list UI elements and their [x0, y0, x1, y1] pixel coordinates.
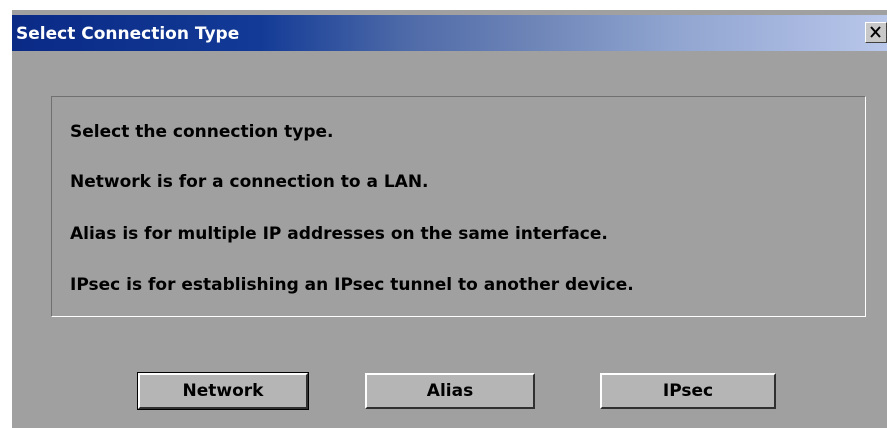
network-button[interactable]: Network: [137, 372, 309, 410]
alias-button[interactable]: Alias: [365, 373, 535, 409]
ipsec-button[interactable]: IPsec: [600, 373, 776, 409]
title-bar[interactable]: Select Connection Type: [12, 15, 887, 51]
info-line-select: Select the connection type.: [70, 122, 334, 142]
window-title: Select Connection Type: [16, 24, 240, 44]
close-icon: [870, 26, 881, 38]
select-connection-type-dialog: Select Connection Type Select the connec…: [10, 10, 887, 428]
info-line-network: Network is for a connection to a LAN.: [70, 172, 429, 192]
info-line-ipsec: IPsec is for establishing an IPsec tunne…: [70, 275, 634, 295]
info-line-alias: Alias is for multiple IP addresses on th…: [70, 224, 608, 244]
info-panel: Select the connection type. Network is f…: [51, 96, 866, 317]
close-button[interactable]: [865, 22, 887, 43]
